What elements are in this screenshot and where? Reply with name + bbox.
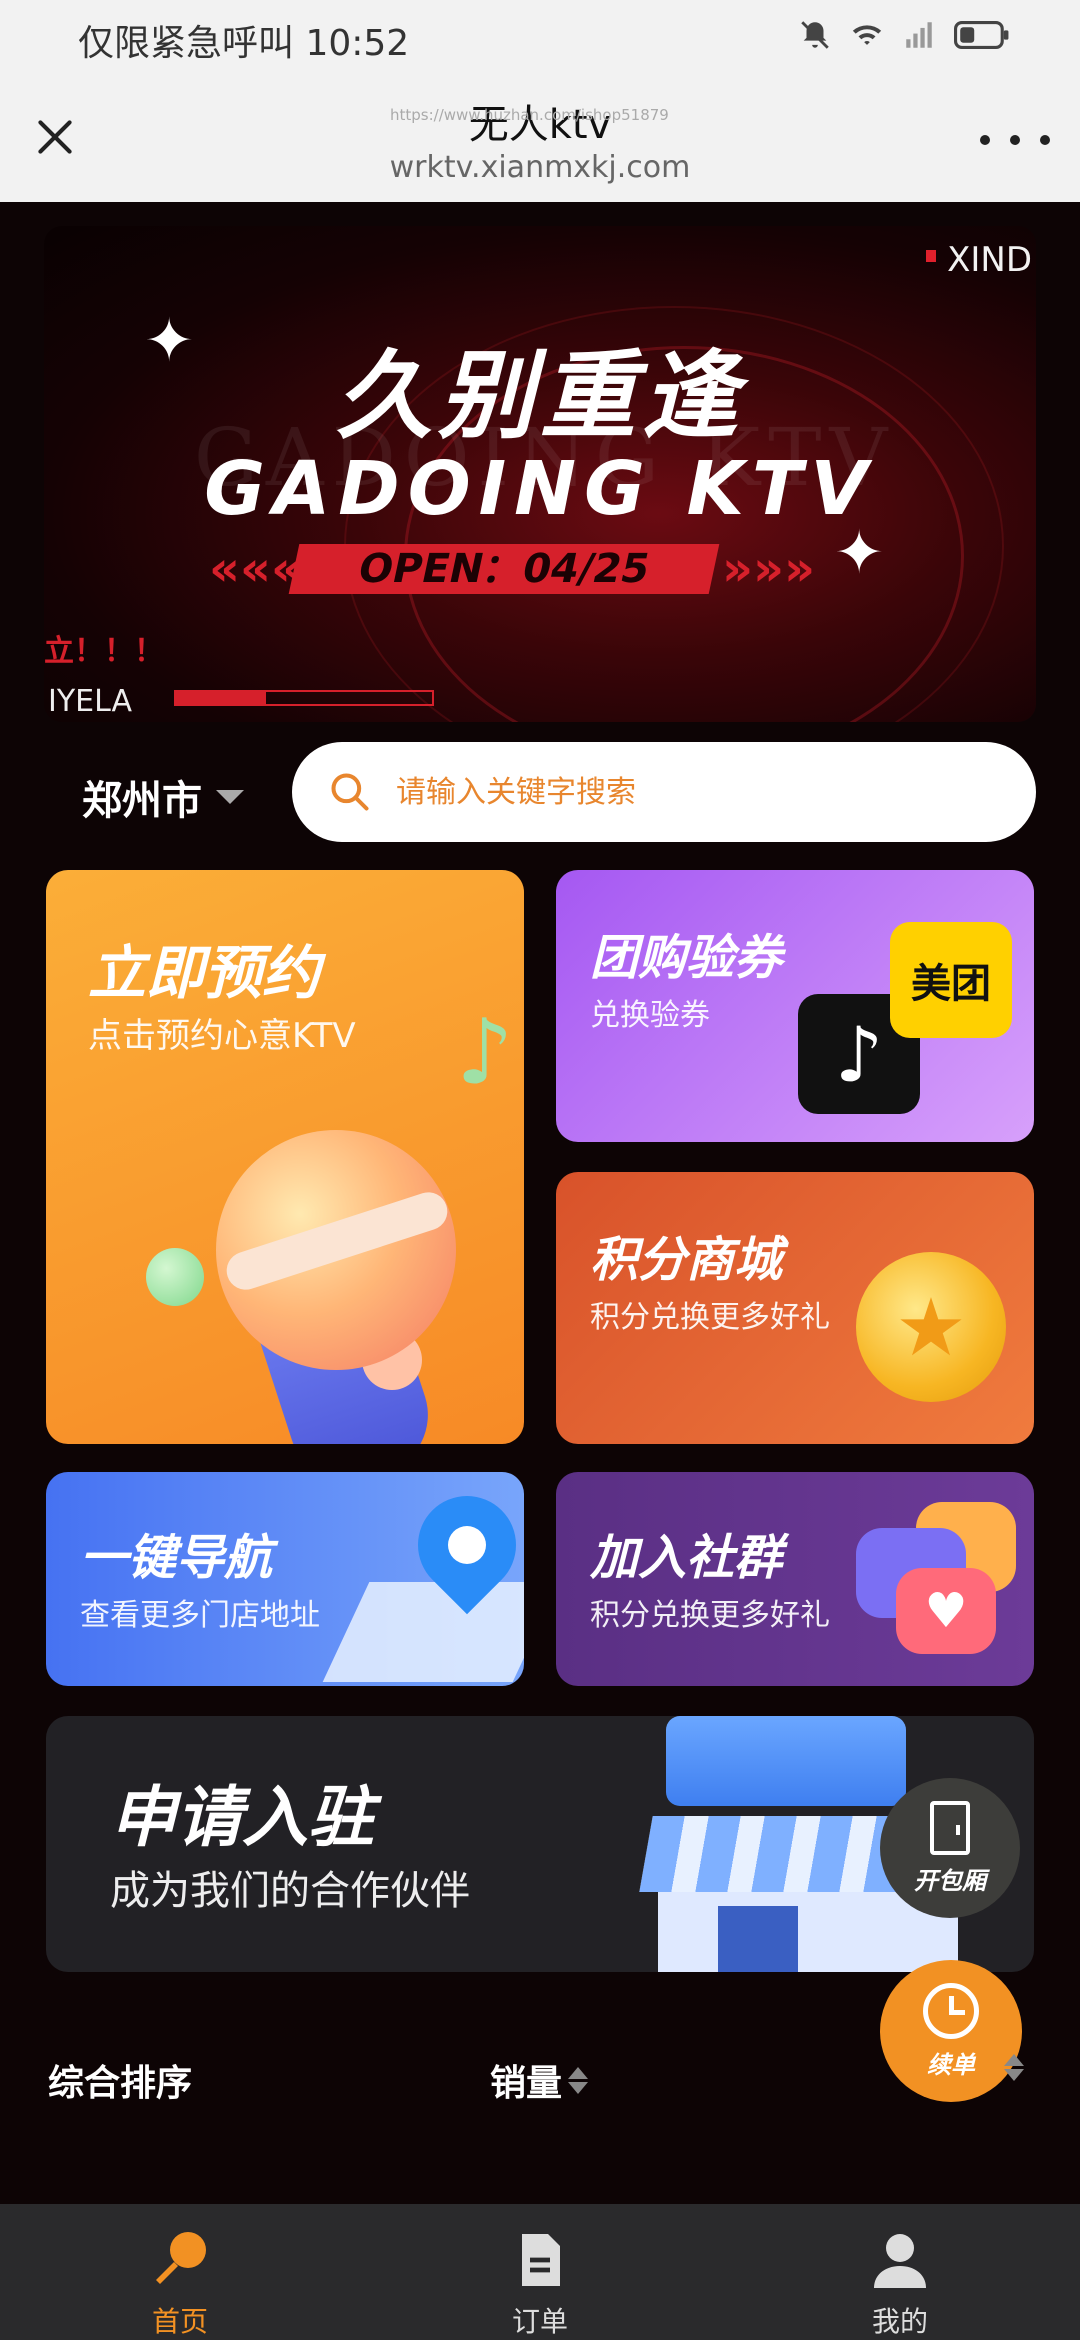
document-icon — [522, 2234, 560, 2286]
clock-icon — [923, 1982, 979, 2039]
music-note-icon: ♪ — [456, 1000, 514, 1105]
door-icon — [930, 1800, 970, 1855]
carrier-text: 仅限紧急呼叫 — [78, 23, 295, 64]
banner-dot — [926, 250, 936, 262]
banner-alert-text: 立！！！ — [44, 634, 164, 669]
tab-label: 订单 — [511, 2305, 568, 2338]
banner-progress-bar — [174, 690, 434, 706]
page-url: wrktv.xianmxkj.com — [389, 150, 691, 185]
meituan-icon: 美团 — [890, 922, 1012, 1038]
city-selector[interactable]: 郑州市 — [82, 768, 244, 826]
banner-main-title: 久别重逢 — [336, 340, 744, 452]
card-title: 积分商城 — [590, 1232, 783, 1288]
sort-arrows-icon — [1004, 2054, 1024, 2081]
battery-icon — [954, 21, 1009, 49]
card-title: 申请入驻 — [110, 1779, 374, 1856]
banner-progress-fill — [176, 692, 266, 704]
join-community-card[interactable]: 加入社群 积分兑换更多好礼 ♥ — [556, 1472, 1034, 1686]
banner-open-date: OPEN：04/25 — [288, 544, 720, 594]
user-icon — [874, 2234, 926, 2288]
map-icon — [322, 1582, 524, 1682]
book-now-card[interactable]: 立即预约 点击预约心意KTV ♪ — [46, 870, 524, 1444]
wifi-icon — [852, 25, 882, 45]
sort-sales[interactable]: 销量 — [490, 2054, 589, 2106]
group-coupon-card[interactable]: 团购验券 兑换验券 ♪ 美团 — [556, 870, 1034, 1142]
points-mall-card[interactable]: 积分商城 积分兑换更多好礼 ★ — [556, 1172, 1034, 1444]
chevrons-left-icon: ««« — [209, 541, 303, 597]
sort-arrows-icon — [568, 2066, 589, 2094]
star-coin-icon: ★ — [856, 1252, 1006, 1402]
search-icon — [331, 773, 369, 811]
heart-bubble-icon: ♥ — [896, 1568, 996, 1654]
open-room-button[interactable]: 开包厢 — [880, 1778, 1020, 1918]
signal-icon — [906, 22, 932, 48]
navigation-card[interactable]: 一键导航 查看更多门店地址 — [46, 1472, 524, 1686]
store-door — [718, 1906, 798, 1972]
tab-profile[interactable]: 我的 — [800, 2204, 1000, 2340]
tab-home[interactable]: 首页 — [80, 2204, 280, 2340]
sort-label: 销量 — [490, 2063, 563, 2104]
card-title: 加入社群 — [590, 1530, 783, 1586]
tab-orders[interactable]: 订单 — [440, 2204, 640, 2340]
city-name: 郑州市 — [82, 778, 202, 824]
sort-comprehensive[interactable]: 综合排序 — [48, 2054, 192, 2106]
sort-label: 综合排序 — [48, 2063, 193, 2104]
card-subtitle: 点击预约心意KTV — [88, 1016, 356, 1056]
search-input[interactable] — [396, 774, 956, 810]
card-title: 一键导航 — [80, 1530, 273, 1586]
status-bar: 仅限紧急呼叫 10:52 — [0, 0, 1080, 72]
search-bar[interactable] — [292, 742, 1036, 842]
tab-label: 我的 — [871, 2305, 928, 2338]
bell-off-icon — [801, 21, 829, 49]
store-icon — [666, 1716, 906, 1806]
tab-label: 首页 — [151, 2305, 208, 2338]
card-title: 立即预约 — [88, 939, 321, 1007]
status-time: 10:52 — [305, 23, 410, 64]
location-pin-dot — [448, 1526, 486, 1564]
card-subtitle: 积分兑换更多好礼 — [590, 1598, 830, 1633]
bottom-tab-bar: 首页 订单 我的 — [0, 2204, 1080, 2340]
banner-brand-left: IYELA — [48, 684, 133, 719]
page-header: 无人ktv https://www.huzhan.com/ishop51879 … — [0, 72, 1080, 202]
more-options-icon[interactable] — [980, 130, 1050, 150]
promo-banner[interactable]: GADOING KTV XIND ✦ ✦ 久别重逢 GADOING KTV ««… — [44, 226, 1036, 722]
open-room-label: 开包厢 — [914, 1866, 986, 1895]
sort-bar: 综合排序 销量 — [0, 2040, 1080, 2110]
card-subtitle: 积分兑换更多好礼 — [590, 1300, 830, 1335]
caret-down-icon — [216, 790, 244, 804]
card-title: 团购验券 — [590, 930, 783, 986]
chevrons-right-icon: »»» — [722, 541, 816, 597]
watermark-text: https://www.huzhan.com/ishop51879 — [390, 106, 669, 124]
banner-brand-right: XIND — [947, 240, 1032, 280]
ball-decoration — [146, 1248, 204, 1306]
microphone-icon — [156, 2232, 206, 2284]
sort-distance[interactable] — [1004, 2054, 1024, 2081]
status-left: 仅限紧急呼叫 10:52 — [78, 14, 409, 66]
status-icons — [798, 18, 1010, 52]
card-subtitle: 查看更多门店地址 — [80, 1598, 320, 1633]
banner-sub-title: GADOING KTV — [204, 446, 876, 532]
card-subtitle: 成为我们的合作伙伴 — [110, 1868, 470, 1914]
card-subtitle: 兑换验券 — [590, 998, 710, 1033]
